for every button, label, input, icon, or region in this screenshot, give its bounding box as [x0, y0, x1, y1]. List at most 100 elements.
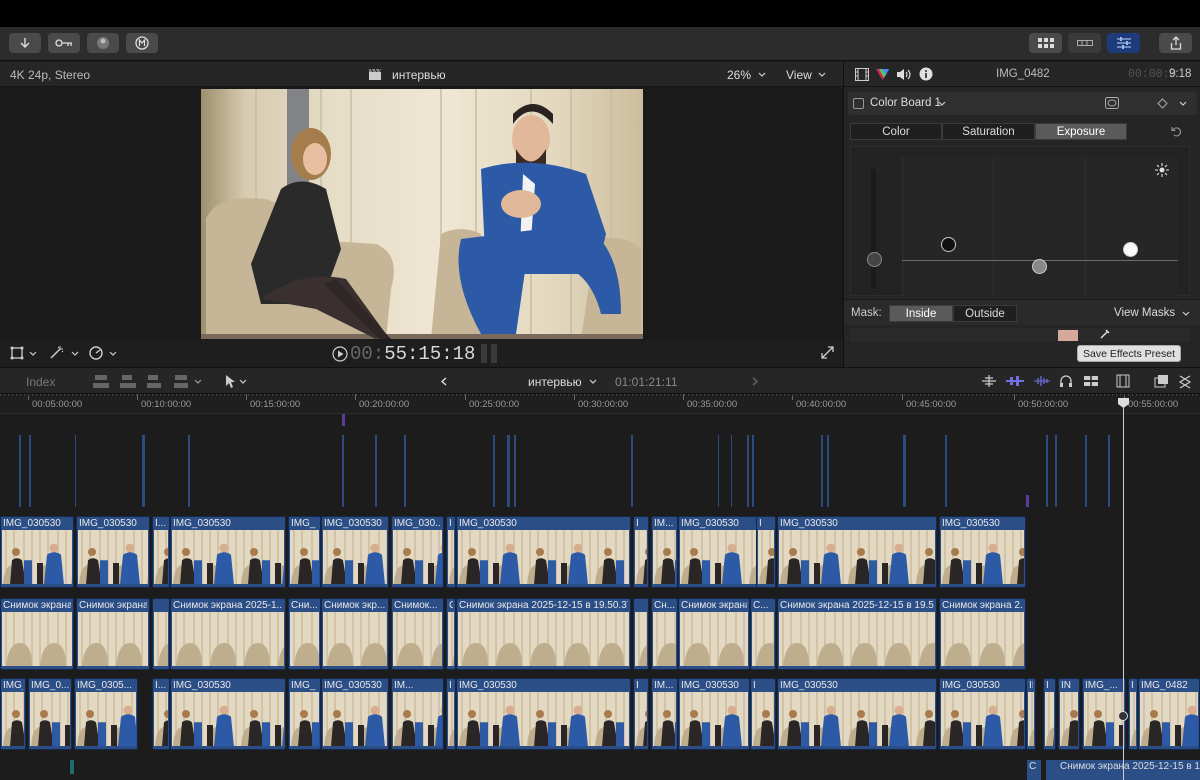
forward-arrow-icon[interactable] [751, 377, 759, 386]
effect-name[interactable]: Color Board 1 [870, 97, 941, 109]
midtones-puck[interactable] [1032, 259, 1047, 274]
video-clip[interactable]: IMG_0305... [74, 678, 138, 750]
retime-menu[interactable] [88, 345, 120, 360]
video-clip[interactable]: IMG_0482 [1138, 678, 1200, 750]
screenshot-clip[interactable]: Снимок экрана 2025-1... [170, 598, 286, 670]
screenshot-clip[interactable]: Снимок экр... [321, 598, 389, 670]
video-clip[interactable]: I [446, 678, 456, 750]
video-clip[interactable]: I [446, 516, 456, 588]
screenshot-clip[interactable]: Снимок экрана 2025-12-15 в 19.5... [777, 598, 937, 670]
video-clip[interactable]: I [1043, 678, 1056, 750]
video-clip[interactable]: IMG_030530 [0, 516, 74, 588]
video-clip[interactable]: IMG_030530 [939, 516, 1026, 588]
keyword-button[interactable] [48, 33, 80, 53]
edit-connect-icon[interactable] [93, 374, 193, 389]
video-clip[interactable]: IMG_030530 [777, 516, 937, 588]
video-clip[interactable]: IMG_030530 [170, 516, 286, 588]
view-masks-menu[interactable]: View Masks [1114, 307, 1175, 319]
video-clip[interactable]: IMG_0... [28, 678, 72, 750]
audio-clip-stub[interactable] [70, 760, 74, 774]
tab-color[interactable]: Color [850, 123, 942, 140]
inspector-toggle-button[interactable] [1107, 33, 1140, 53]
media-button[interactable] [126, 33, 158, 53]
speaker-icon[interactable] [896, 68, 911, 81]
back-arrow-icon[interactable] [440, 377, 448, 386]
highlights-puck[interactable] [1123, 242, 1138, 257]
video-clip[interactable]: IMG_030530 [777, 678, 937, 750]
video-clip[interactable]: IM... [391, 678, 444, 750]
tab-saturation[interactable]: Saturation [942, 123, 1035, 140]
video-clip[interactable]: I [1128, 678, 1138, 750]
enhance-menu[interactable] [48, 345, 80, 360]
background-tasks-button[interactable] [87, 33, 119, 53]
index-button[interactable]: Index [26, 375, 55, 389]
video-clip[interactable]: I [756, 516, 776, 588]
playhead[interactable] [1123, 398, 1124, 780]
video-clip[interactable]: II [1026, 678, 1036, 750]
video-clip[interactable]: I [633, 516, 649, 588]
screenshot-clip[interactable]: Снимок... [391, 598, 444, 670]
fullscreen-icon[interactable] [821, 346, 834, 359]
video-clip[interactable]: I [750, 678, 776, 750]
keyframe-icon[interactable] [1157, 98, 1168, 109]
screenshot-clip[interactable]: Снимок экрана 2025-12-15 в 19.50.37 [456, 598, 631, 670]
video-clip[interactable]: IMG_030530 [170, 678, 286, 750]
screenshot-clip[interactable]: Сн... [651, 598, 678, 670]
timeline-controls-icons[interactable] [980, 374, 1195, 389]
timeline-toggle-button[interactable] [1068, 33, 1101, 53]
play-icon[interactable] [332, 346, 348, 362]
screenshot-clip[interactable]: С... [750, 598, 776, 670]
video-clip[interactable]: IMG_030530 [678, 678, 750, 750]
video-clip[interactable]: IMG_030530 [939, 678, 1026, 750]
video-clip[interactable]: IMG_03 [0, 678, 26, 750]
screenshot-clip[interactable]: С [446, 598, 456, 670]
video-clip[interactable]: IMG_030530 [456, 678, 631, 750]
screenshot-clip[interactable] [152, 598, 170, 670]
reset-icon[interactable] [1171, 126, 1182, 137]
marker[interactable] [1026, 495, 1029, 507]
video-clip[interactable]: I... [152, 516, 170, 588]
browser-toggle-button[interactable] [1029, 33, 1062, 53]
tab-exposure[interactable]: Exposure [1035, 123, 1127, 140]
video-clip[interactable]: IMG_ [288, 678, 321, 750]
info-icon[interactable] [919, 67, 933, 81]
film-icon[interactable] [855, 68, 869, 81]
video-clip[interactable]: I [633, 678, 649, 750]
timeline-ruler[interactable]: 00:05:00:00 00:10:00:00 00:15:00:00 00:20:0… [0, 394, 1200, 414]
save-effects-preset-button[interactable]: Save Effects Preset [1077, 345, 1181, 362]
mask-outside-button[interactable]: Outside [953, 305, 1017, 322]
timeline-project-name[interactable]: интервью [528, 375, 582, 389]
connected-clip[interactable]: C [1027, 760, 1041, 780]
video-clip[interactable]: IMG_030530 [321, 516, 389, 588]
screenshot-clip[interactable]: Снимок экрана [678, 598, 750, 670]
video-clip[interactable]: IM... [651, 516, 678, 588]
select-tool-icon[interactable] [224, 374, 248, 389]
video-clip[interactable]: IM... [651, 678, 678, 750]
color-icon[interactable] [876, 68, 889, 81]
transform-menu[interactable] [10, 346, 38, 360]
screenshot-clip[interactable] [633, 598, 649, 670]
screenshot-clip[interactable]: Снимок экрана [76, 598, 150, 670]
eyedropper-icon[interactable] [1099, 328, 1111, 340]
screenshot-clip[interactable]: Снимок экрана 2... [939, 598, 1026, 670]
screenshot-clip[interactable]: Снимок экрана [0, 598, 74, 670]
zoom-menu[interactable]: 26% [727, 68, 751, 82]
video-clip[interactable]: IMG_030... [391, 516, 444, 588]
effect-enable-checkbox[interactable] [853, 98, 864, 109]
video-clip[interactable]: IMG_030530 [456, 516, 631, 588]
video-clip[interactable]: IN [1058, 678, 1080, 750]
timeline-body[interactable]: IMG_030530 IMG_030530 I... IMG_030530 IMG_ IM… [0, 414, 1200, 780]
video-frame[interactable] [201, 89, 643, 339]
global-puck[interactable] [867, 252, 882, 267]
playhead-timecode[interactable]: 00:55:15:18 [350, 343, 475, 365]
video-clip[interactable]: IMG_030530 [321, 678, 389, 750]
screenshot-clip[interactable]: Сни... [288, 598, 321, 670]
video-clip[interactable]: IMG_ [288, 516, 321, 588]
mask-color-swatch[interactable] [1058, 330, 1078, 341]
video-clip[interactable]: I... [152, 678, 170, 750]
import-button[interactable] [9, 33, 41, 53]
mask-inside-button[interactable]: Inside [889, 305, 953, 322]
shadows-puck[interactable] [941, 237, 956, 252]
share-button[interactable] [1159, 33, 1192, 53]
marker[interactable] [342, 414, 345, 426]
